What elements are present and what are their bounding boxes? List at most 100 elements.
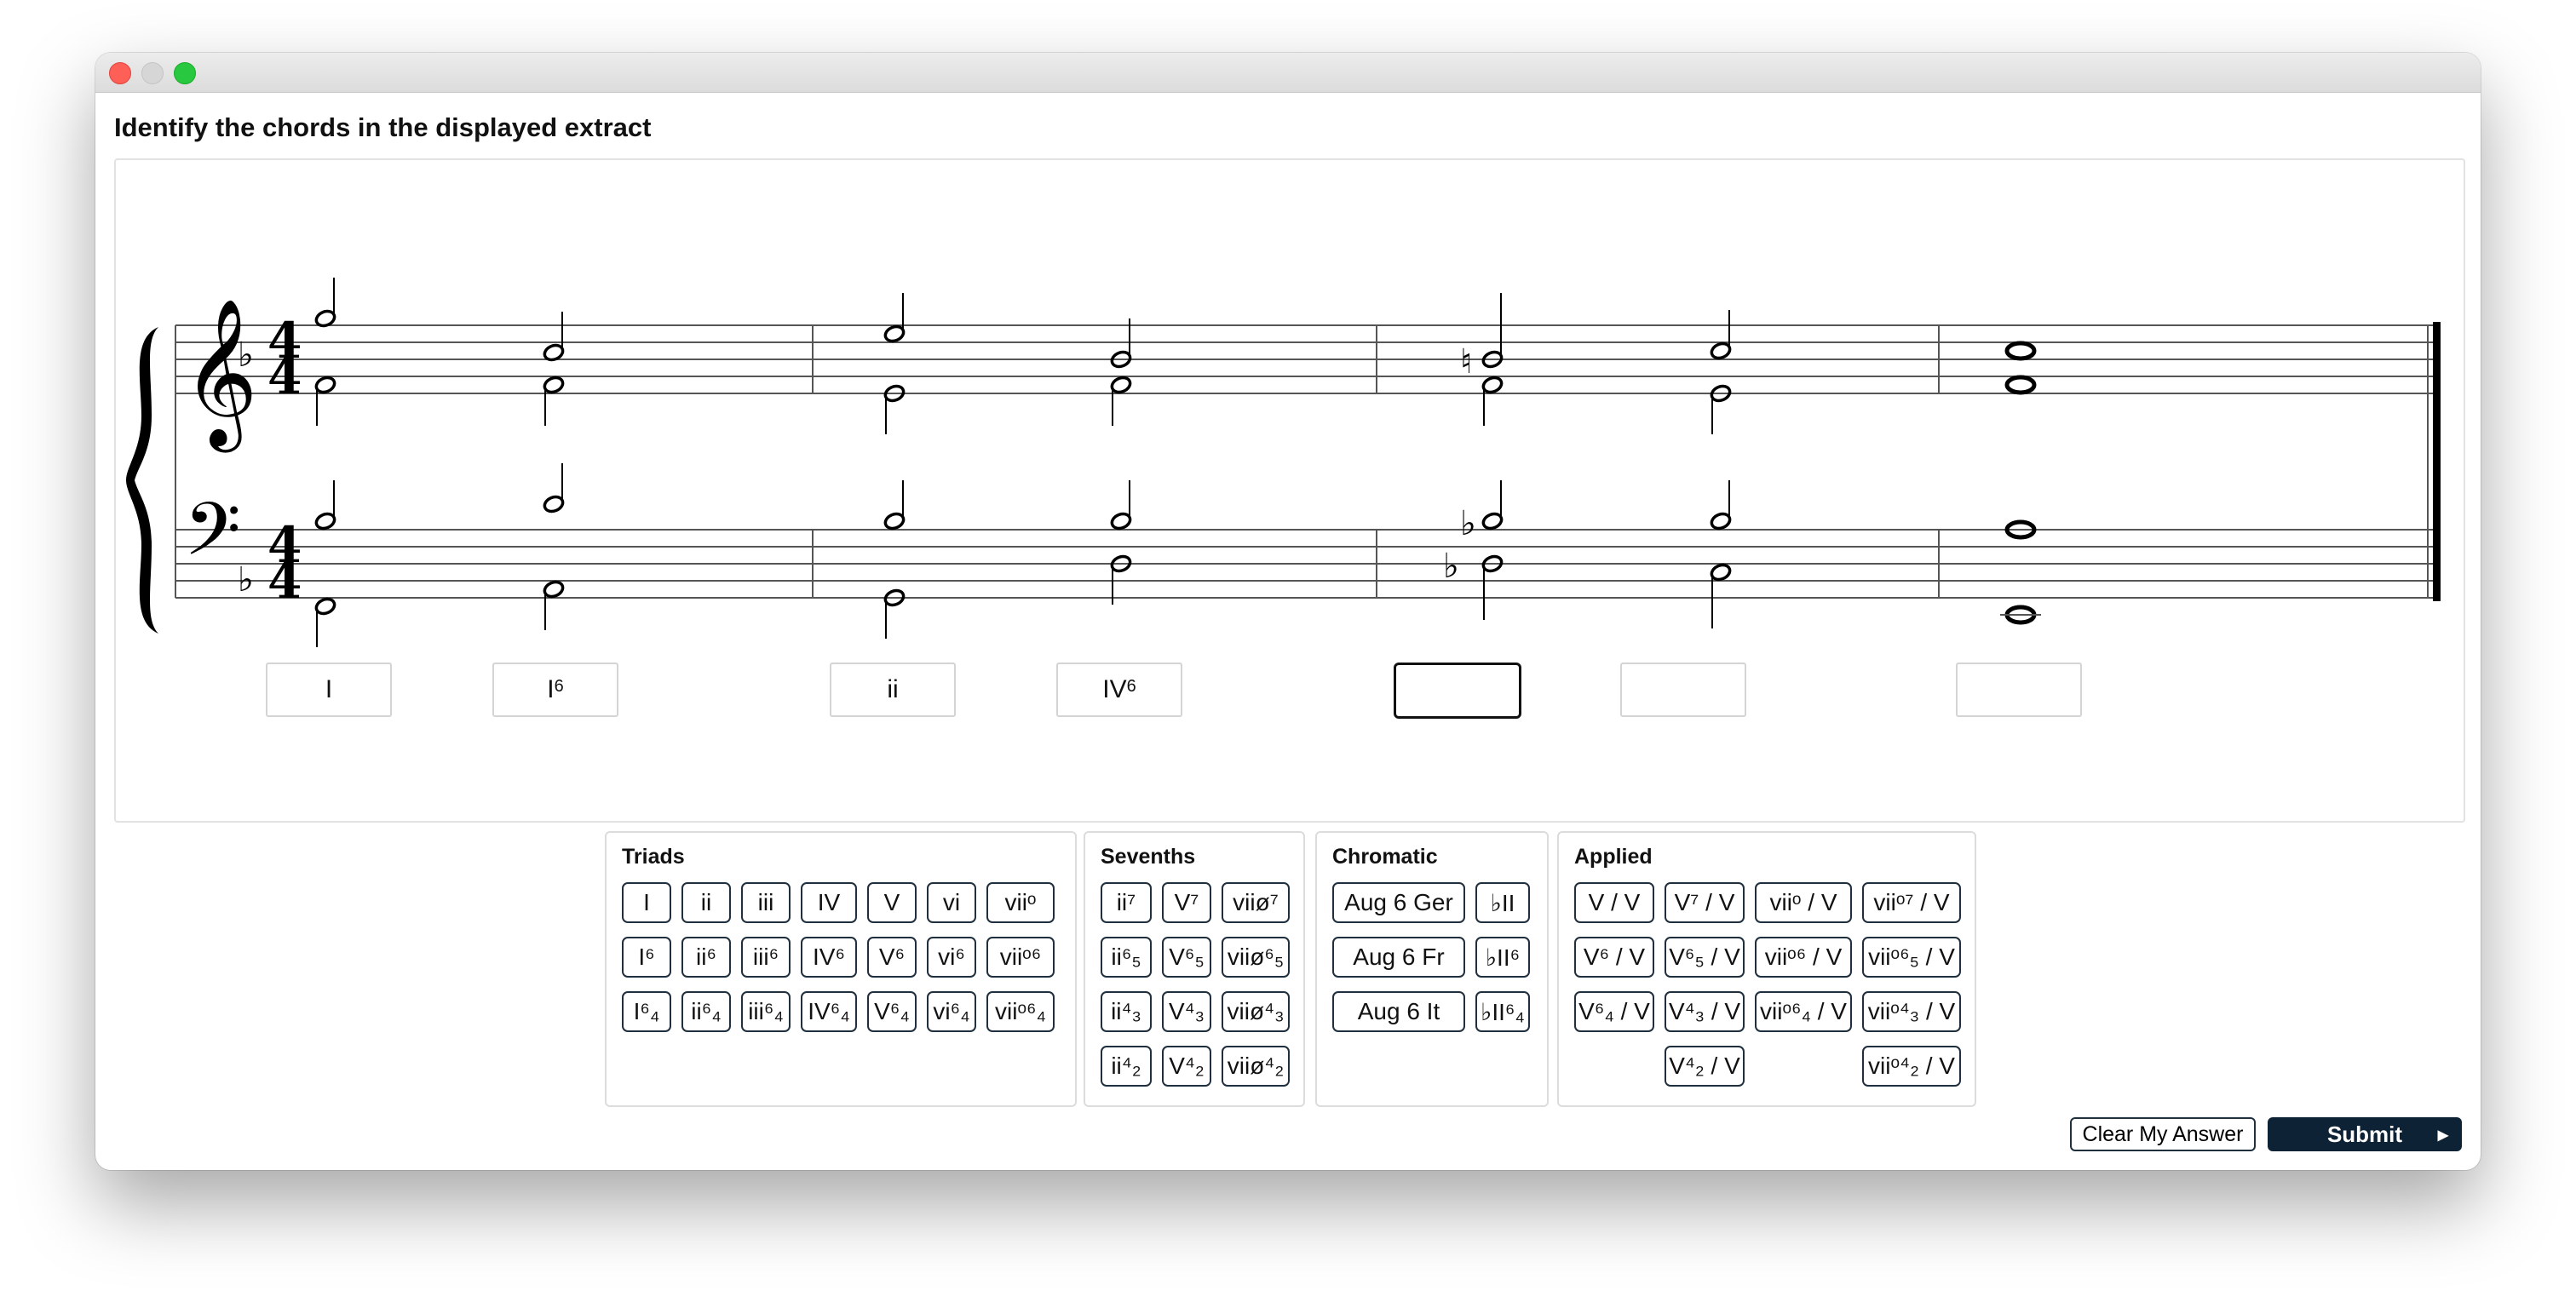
score-area: 𝄞 𝄢 ♭ ♭ 4 4 4 4 ♮ ♭ ♭ I I 6 ii IV 6 <box>114 158 2465 823</box>
chord-button[interactable]: Aug 6 It <box>1332 991 1465 1032</box>
answer-figure: 6 <box>554 676 564 696</box>
chord-button[interactable]: V⁷ <box>1162 882 1211 923</box>
chord-button[interactable]: IV⁶₄ <box>801 991 857 1032</box>
svg-text:♭: ♭ <box>238 336 254 375</box>
svg-text:𝄢: 𝄢 <box>184 486 241 590</box>
clear-answer-button[interactable]: Clear My Answer <box>2070 1117 2256 1151</box>
chord-4 <box>1110 318 1132 605</box>
applied-panel: Applied V / V V⁷ / V viiᵒ / V viiᵒ⁷ / V … <box>1557 831 1976 1107</box>
chord-button[interactable]: ♭II <box>1475 882 1530 923</box>
chord-button[interactable]: ♭II⁶ <box>1475 937 1530 978</box>
chord-button[interactable]: V⁶₄ / V <box>1574 991 1654 1032</box>
answer-numeral: I <box>325 675 333 703</box>
chord-button[interactable]: V⁴₃ / V <box>1665 991 1745 1032</box>
svg-text:𝄞: 𝄞 <box>182 298 258 453</box>
chord-button[interactable]: vi <box>927 882 976 923</box>
bass-clef-icon: 𝄢 <box>184 486 241 590</box>
close-window-button[interactable] <box>109 62 131 84</box>
answer-box-2[interactable]: I6 <box>492 663 618 717</box>
answer-box-7[interactable] <box>1956 663 2082 717</box>
answer-numeral: I <box>547 675 555 703</box>
page-title: Identify the chords in the displayed ext… <box>114 112 652 142</box>
chord-button[interactable]: ♭II⁶₄ <box>1475 991 1530 1032</box>
music-score: 𝄞 𝄢 ♭ ♭ 4 4 4 4 ♮ ♭ ♭ <box>126 278 2441 647</box>
chromatic-panel: Chromatic Aug 6 Ger ♭II Aug 6 Fr ♭II⁶ Au… <box>1315 831 1549 1107</box>
answer-box-4[interactable]: IV 6 <box>1056 663 1182 717</box>
chord-button[interactable]: vi⁶₄ <box>927 991 976 1032</box>
chord-3 <box>883 293 906 639</box>
chord-button[interactable]: iii⁶₄ <box>741 991 791 1032</box>
chord-button[interactable]: IV <box>801 882 857 923</box>
panel-title: Triads <box>622 845 685 869</box>
chord-button[interactable]: viiᵒ⁶₅ / V <box>1862 937 1961 978</box>
submit-label: Submit <box>2326 1121 2403 1147</box>
svg-text:♭: ♭ <box>238 560 254 600</box>
answer-box-1[interactable]: I <box>266 663 392 717</box>
chord-button[interactable]: V / V <box>1574 882 1654 923</box>
minimize-window-button[interactable] <box>141 62 164 84</box>
chord-button[interactable]: viiø⁶₅ <box>1222 937 1290 978</box>
panel-title: Sevenths <box>1101 845 1196 869</box>
chord-button[interactable]: ii⁶₅ <box>1101 937 1152 978</box>
chord-button[interactable]: V⁷ / V <box>1665 882 1745 923</box>
chord-button[interactable]: I <box>622 882 671 923</box>
chord-button[interactable]: V⁶₅ <box>1162 937 1211 978</box>
chord-button[interactable]: ii <box>681 882 731 923</box>
chord-button[interactable]: V⁶₅ / V <box>1665 937 1745 978</box>
sevenths-panel: Sevenths ii⁷ V⁷ viiø⁷ ii⁶₅ V⁶₅ viiø⁶₅ ii… <box>1084 831 1305 1107</box>
triads-panel: Triads I ii iii IV V vi viiᵒ I⁶ ii⁶ iii⁶… <box>605 831 1077 1107</box>
chord-button[interactable]: viiᵒ⁶ <box>986 937 1055 978</box>
chord-button[interactable]: viiᵒ <box>986 882 1055 923</box>
chord-button[interactable]: viiᵒ⁶ / V <box>1755 937 1852 978</box>
chord-button[interactable]: viiᵒ⁴₂ / V <box>1862 1046 1961 1087</box>
chord-button[interactable]: iii <box>741 882 791 923</box>
chord-button[interactable]: viiᵒ / V <box>1755 882 1852 923</box>
chord-button[interactable]: ii⁷ <box>1101 882 1152 923</box>
svg-text:♭: ♭ <box>1443 547 1459 586</box>
svg-text:4: 4 <box>267 347 302 405</box>
chord-button[interactable]: V⁴₃ <box>1162 991 1211 1032</box>
panel-title: Chromatic <box>1332 845 1438 869</box>
answer-box-3[interactable]: ii <box>830 663 956 717</box>
chord-button[interactable]: V⁶₄ <box>867 991 917 1032</box>
chord-button[interactable]: ii⁴₂ <box>1101 1046 1152 1087</box>
app-window: Identify the chords in the displayed ext… <box>95 53 2481 1170</box>
chord-button[interactable]: ii⁶₄ <box>681 991 731 1032</box>
chord-button[interactable]: V⁶ / V <box>1574 937 1654 978</box>
chord-button[interactable]: viiᵒ⁶₄ / V <box>1755 991 1852 1032</box>
chord-button[interactable]: viiø⁴₃ <box>1222 991 1290 1032</box>
chord-button[interactable]: Aug 6 Fr <box>1332 937 1465 978</box>
chord-button[interactable]: I⁶ <box>622 937 671 978</box>
answer-numeral: IV <box>1102 675 1127 703</box>
chord-button[interactable]: I⁶₄ <box>622 991 671 1032</box>
chord-button[interactable]: viiø⁷ <box>1222 882 1290 923</box>
barlines <box>175 322 2441 601</box>
chord-button[interactable]: viiᵒ⁷ / V <box>1862 882 1961 923</box>
chord-button[interactable]: ii⁴₃ <box>1101 991 1152 1032</box>
chord-button[interactable]: Aug 6 Ger <box>1332 882 1465 923</box>
chord-button[interactable]: iii⁶ <box>741 937 791 978</box>
chord-button[interactable]: IV⁶ <box>801 937 857 978</box>
treble-clef-icon: 𝄞 <box>182 298 258 453</box>
answer-numeral: ii <box>887 675 899 703</box>
chord-button[interactable]: V⁶ <box>867 937 917 978</box>
answer-box-5[interactable] <box>1394 663 1521 719</box>
chord-button[interactable]: ii⁶ <box>681 937 731 978</box>
submit-button[interactable]: Submit ▶ <box>2268 1117 2462 1151</box>
time-signature: 4 4 4 4 <box>267 312 302 610</box>
maximize-window-button[interactable] <box>174 62 196 84</box>
chord-button[interactable]: V <box>867 882 917 923</box>
chord-button[interactable]: V⁴₂ <box>1162 1046 1211 1087</box>
treble-staff <box>175 324 2438 394</box>
answer-box-6[interactable] <box>1620 663 1746 717</box>
grand-staff-brace <box>126 327 158 634</box>
svg-text:♮: ♮ <box>1460 342 1472 382</box>
chord-1 <box>314 278 336 647</box>
chord-button[interactable]: viiø⁴₂ <box>1222 1046 1290 1087</box>
title-bar <box>95 53 2481 93</box>
chord-button[interactable]: viiᵒ⁶₄ <box>986 991 1055 1032</box>
chord-button[interactable]: viiᵒ⁴₃ / V <box>1862 991 1961 1032</box>
svg-text:4: 4 <box>267 552 302 610</box>
chord-button[interactable]: V⁴₂ / V <box>1665 1046 1745 1087</box>
chord-button[interactable]: vi⁶ <box>927 937 976 978</box>
